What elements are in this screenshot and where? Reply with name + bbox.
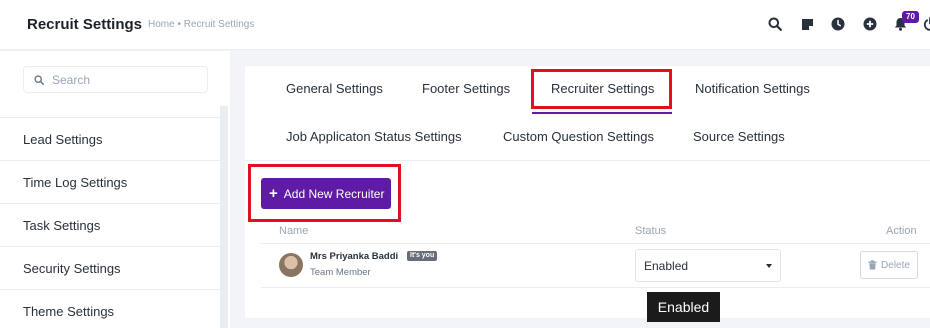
its-you-badge: It's you: [407, 251, 438, 261]
tab-general-settings[interactable]: General Settings: [286, 81, 383, 96]
add-circle-icon[interactable]: [861, 15, 879, 33]
caret-down-icon: [766, 264, 772, 268]
settings-sidebar: Lead Settings Time Log Settings Task Set…: [0, 51, 230, 328]
top-header: Recruit Settings Home • Recruit Settings…: [0, 0, 930, 50]
sidebar-item-time-log-settings[interactable]: Time Log Settings: [0, 161, 220, 204]
settings-content: General Settings Footer Settings Recruit…: [245, 66, 930, 318]
table-header-divider: [261, 243, 930, 244]
notification-count-badge: 70: [902, 11, 919, 23]
status-select[interactable]: Enabled: [635, 249, 781, 282]
trash-icon: [868, 260, 877, 270]
tab-custom-question-settings[interactable]: Custom Question Settings: [503, 129, 654, 144]
tab-recruiter-settings[interactable]: Recruiter Settings: [551, 81, 654, 96]
tab-job-application-status-settings[interactable]: Job Applicaton Status Settings: [286, 129, 462, 144]
table-row-divider: [261, 287, 930, 288]
delete-button[interactable]: Delete: [860, 251, 918, 279]
sidebar-item-task-settings[interactable]: Task Settings: [0, 204, 220, 247]
add-new-recruiter-button[interactable]: + Add New Recruiter: [261, 178, 391, 209]
sidebar-item-theme-settings[interactable]: Theme Settings: [0, 290, 220, 328]
member-role: Team Member: [310, 267, 371, 278]
tab-footer-settings[interactable]: Footer Settings: [422, 81, 510, 96]
breadcrumb[interactable]: Home • Recruit Settings: [148, 19, 254, 30]
active-tab-indicator: [532, 112, 672, 114]
avatar: [279, 253, 303, 277]
search-input[interactable]: [52, 72, 202, 87]
tab-source-settings[interactable]: Source Settings: [693, 129, 785, 144]
column-header-name: Name: [279, 225, 309, 237]
page-title: Recruit Settings: [27, 16, 143, 33]
tabs-divider: [245, 160, 930, 161]
status-select-value: Enabled: [644, 258, 689, 273]
add-new-recruiter-label: Add New Recruiter: [283, 186, 385, 201]
sidebar-item-security-settings[interactable]: Security Settings: [0, 247, 220, 290]
member-name[interactable]: Mrs Priyanka Baddi: [310, 251, 398, 262]
tab-notification-settings[interactable]: Notification Settings: [695, 81, 810, 96]
power-icon[interactable]: [921, 15, 930, 33]
search-icon: [34, 74, 44, 85]
column-header-status: Status: [635, 225, 667, 237]
sidebar-search[interactable]: [23, 66, 208, 93]
plus-icon: +: [269, 185, 278, 202]
sidebar-list: Lead Settings Time Log Settings Task Set…: [0, 117, 220, 328]
sidebar-item-lead-settings[interactable]: Lead Settings: [0, 118, 220, 161]
search-icon[interactable]: [766, 15, 784, 33]
sticky-note-icon[interactable]: [798, 15, 816, 33]
status-tooltip: Enabled: [647, 292, 720, 322]
delete-label: Delete: [881, 259, 910, 271]
column-header-action: Action: [886, 225, 917, 237]
clock-icon[interactable]: [829, 15, 847, 33]
sidebar-scrollbar[interactable]: [220, 106, 228, 328]
